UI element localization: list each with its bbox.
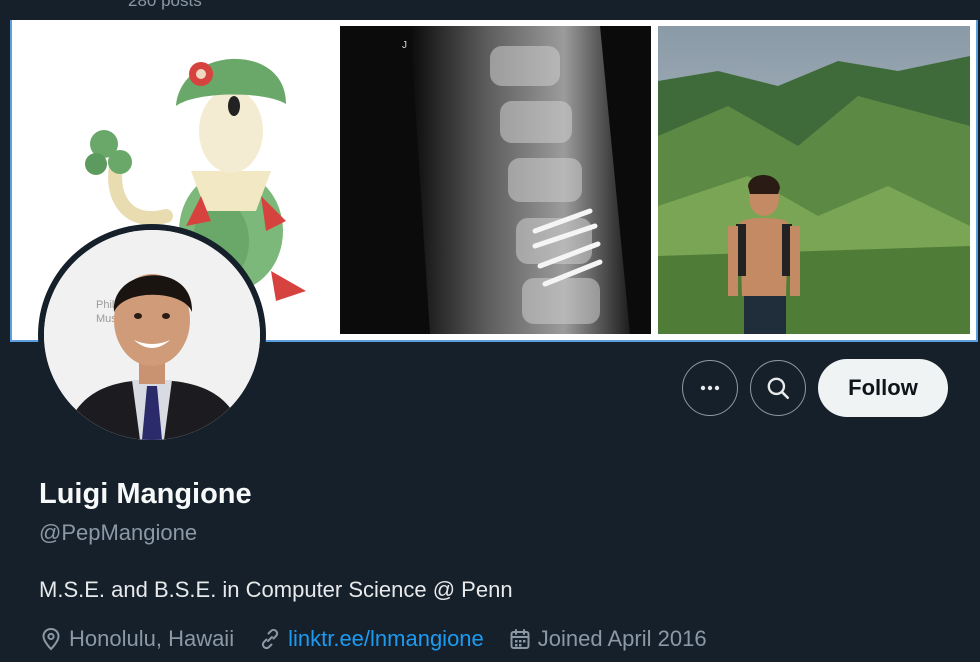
post-count: 280 posts — [128, 0, 202, 10]
banner-tile-xray[interactable]: J — [340, 26, 651, 334]
location-item: Honolulu, Hawaii — [39, 626, 234, 652]
more-button[interactable] — [682, 360, 738, 416]
website-item[interactable]: linktr.ee/lnmangione — [258, 626, 484, 652]
svg-text:J: J — [402, 40, 407, 51]
avatar[interactable]: Philad Muse — [44, 230, 260, 440]
profile-actions: Follow — [682, 359, 948, 417]
banner-tile-hiking[interactable] — [658, 26, 970, 334]
search-button[interactable] — [750, 360, 806, 416]
more-horizontal-icon — [700, 385, 720, 391]
search-icon — [767, 377, 790, 400]
calendar-icon — [510, 629, 530, 649]
profile-handle: @PepMangione — [39, 520, 198, 545]
header-strip: 280 posts — [0, 0, 980, 20]
website-link[interactable]: linktr.ee/lnmangione — [288, 626, 484, 652]
profile-meta: Honolulu, Hawaii linktr.ee/lnmangione Jo… — [39, 626, 731, 652]
link-icon — [261, 628, 279, 650]
location-pin-icon — [42, 627, 60, 651]
location-text: Honolulu, Hawaii — [69, 626, 235, 651]
joined-item: Joined April 2016 — [508, 626, 707, 652]
profile-name: Luigi Mangione — [39, 478, 252, 510]
profile-bio: M.S.E. and B.S.E. in Computer Science @ … — [39, 577, 513, 602]
follow-button[interactable]: Follow — [818, 359, 948, 417]
joined-text: Joined April 2016 — [537, 626, 707, 651]
